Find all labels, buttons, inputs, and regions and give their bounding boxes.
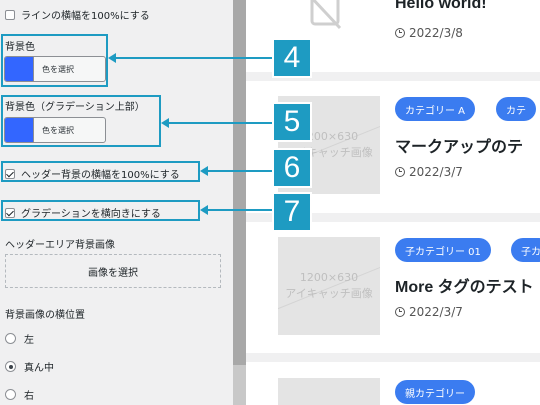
highlight-box-4 [1,34,108,87]
position-left-option[interactable]: 左 [5,331,34,346]
post-date: 2022/3/7 [395,165,463,179]
panel-scrollbar-thumb[interactable] [233,0,246,365]
category-badge[interactable]: カテゴリー A [395,97,476,121]
position-center-label: 真ん中 [24,363,54,374]
line-full-width-option[interactable]: ラインの横幅を100%にする [5,7,150,22]
clock-icon [395,28,405,38]
post-date-text: 2022/3/7 [409,165,463,179]
callout-number-5: 5 [272,102,312,142]
no-image-icon [310,0,342,30]
category-badge[interactable]: カテ [496,97,536,121]
category-badge[interactable]: 子カテゴリー 01 [395,238,491,262]
category-badge[interactable]: 親カテゴリー [395,380,475,404]
header-image-label: ヘッダーエリア背景画像 [5,240,115,251]
position-right-label: 右 [24,391,34,402]
position-center-radio[interactable] [5,361,16,372]
callout-number-6: 6 [272,148,312,188]
category-badge[interactable]: 子カ [511,238,540,262]
line-full-width-label: ラインの横幅を100%にする [21,11,150,22]
post-title[interactable]: Hello world! [395,0,487,13]
select-image-button[interactable]: 画像を選択 [5,254,221,288]
position-left-label: 左 [24,335,34,346]
callout-number-4: 4 [272,38,312,78]
post-date-text: 2022/3/8 [409,26,463,40]
post-title[interactable]: More タグのテスト [395,273,534,297]
thumbnail-size-text: 1200×630 [299,271,359,284]
position-right-radio[interactable] [5,389,16,400]
highlight-box-5 [1,95,161,147]
clock-icon [395,307,405,317]
thumbnail-caption-text: アイキャッチ画像 [285,287,373,300]
position-right-option[interactable]: 右 [5,387,34,402]
position-left-radio[interactable] [5,333,16,344]
post-separator [246,353,540,362]
post-date: 2022/3/7 [395,305,463,319]
post-title[interactable]: マークアップのテ [395,133,523,157]
highlight-box-6 [1,161,200,182]
arrow-6-line [207,170,273,172]
callout-number-7: 7 [272,192,312,232]
arrow-5-line [168,122,273,124]
clock-icon [395,167,405,177]
post-thumbnail[interactable]: 1200×630 アイキャッチ画像 [278,237,380,335]
highlight-box-7 [1,200,200,221]
line-full-width-checkbox[interactable] [5,9,15,20]
post-thumbnail[interactable] [278,378,380,405]
post-date: 2022/3/8 [395,26,463,40]
bg-position-label: 背景画像の横位置 [5,310,85,321]
arrow-4-line [115,57,273,59]
arrow-7-line [207,209,273,211]
position-center-option[interactable]: 真ん中 [5,359,54,374]
post-date-text: 2022/3/7 [409,305,463,319]
